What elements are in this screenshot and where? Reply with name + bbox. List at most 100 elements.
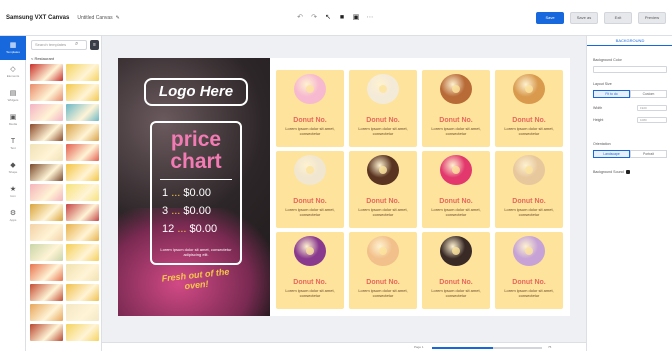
- price-row[interactable]: 12 ... $0.00: [162, 223, 242, 235]
- template-thumbnail[interactable]: [66, 264, 99, 281]
- pencil-icon[interactable]: ✎: [116, 15, 120, 21]
- template-thumbnail[interactable]: [30, 184, 63, 201]
- donut-image[interactable]: [440, 74, 472, 104]
- donut-image[interactable]: [294, 236, 326, 266]
- template-thumbnail[interactable]: [66, 224, 99, 241]
- width-input[interactable]: 1920: [637, 105, 667, 111]
- layout-option-custom[interactable]: Custom: [630, 90, 667, 98]
- template-thumbnail[interactable]: [66, 304, 99, 321]
- orientation-portrait[interactable]: Portrait: [630, 150, 667, 158]
- template-thumbnail[interactable]: [30, 64, 63, 81]
- menu-item-card[interactable]: Donut No. Lorem ipsum dolor sit amet, con…: [349, 70, 417, 147]
- donut-image[interactable]: [367, 236, 399, 266]
- donut-image[interactable]: [367, 155, 399, 185]
- menu-item-card[interactable]: Donut No. Lorem ipsum dolor sit amet, con…: [495, 151, 563, 228]
- donut-image[interactable]: [440, 155, 472, 185]
- search-icon[interactable]: ⌕: [75, 41, 78, 48]
- menu-item-card[interactable]: Donut No. Lorem ipsum dolor sit amet, con…: [495, 70, 563, 147]
- template-thumbnail[interactable]: [30, 304, 63, 321]
- price-qty: 3: [162, 205, 169, 217]
- rail-item-templates[interactable]: ▦ Templates: [0, 36, 26, 60]
- logo-placeholder[interactable]: Logo Here: [144, 78, 248, 106]
- template-thumbnail[interactable]: [30, 104, 63, 121]
- template-thumbnail[interactable]: [66, 104, 99, 121]
- menu-item-card[interactable]: Donut No. Lorem ipsum dolor sit amet, con…: [422, 232, 490, 309]
- toggle-icon[interactable]: [625, 170, 630, 175]
- bg-sound-row[interactable]: Background Sound: [593, 170, 630, 175]
- template-thumbnail[interactable]: [66, 164, 99, 181]
- top-bar: Samsung VXT Canvas Untitled Canvas ✎ ↶ ↷…: [0, 0, 672, 36]
- rail-item-icon[interactable]: ★ Icon: [0, 180, 26, 204]
- template-thumbnail[interactable]: [66, 244, 99, 261]
- template-thumbnail[interactable]: [66, 284, 99, 301]
- artboard[interactable]: Logo Here price chart 1 ... $0.00 3 ... $…: [118, 58, 570, 316]
- donut-image[interactable]: [294, 74, 326, 104]
- redo-icon[interactable]: ↷: [310, 14, 318, 22]
- template-thumbnail[interactable]: [30, 204, 63, 221]
- layer-tool-icon[interactable]: ▣: [352, 14, 360, 22]
- tab-background[interactable]: BACKGROUND: [587, 36, 672, 46]
- template-thumbnail[interactable]: [30, 224, 63, 241]
- back-link[interactable]: < Restaurant: [31, 56, 54, 61]
- menu-item-card[interactable]: Donut No. Lorem ipsum dolor sit amet, con…: [422, 70, 490, 147]
- template-thumbnail[interactable]: [30, 164, 63, 181]
- menu-item-card[interactable]: Donut No. Lorem ipsum dolor sit amet, con…: [276, 151, 344, 228]
- undo-icon[interactable]: ↶: [296, 14, 304, 22]
- select-tool-icon[interactable]: ↖: [324, 14, 332, 22]
- layout-option-fit[interactable]: Fit to do: [593, 90, 630, 98]
- menu-item-description: Lorem ipsum dolor sit amet, consectetur: [358, 207, 408, 217]
- rail-item-widgets[interactable]: ▤ Widgets: [0, 84, 26, 108]
- price-chart-box[interactable]: price chart 1 ... $0.00 3 ... $0.00 12 ...…: [150, 121, 242, 265]
- rail-item-elements[interactable]: ◇ Elements: [0, 60, 26, 84]
- template-thumbnail[interactable]: [66, 204, 99, 221]
- template-thumbnail[interactable]: [66, 124, 99, 141]
- filter-button[interactable]: ≡: [90, 40, 99, 50]
- price-row[interactable]: 1 ... $0.00: [162, 187, 242, 199]
- template-thumbnail[interactable]: [30, 144, 63, 161]
- template-thumbnail[interactable]: [30, 124, 63, 141]
- menu-item-description: Lorem ipsum dolor sit amet, consectetur: [285, 288, 335, 298]
- height-input[interactable]: 1080: [637, 117, 667, 123]
- donut-image[interactable]: [513, 155, 545, 185]
- menu-item-card[interactable]: Donut No. Lorem ipsum dolor sit amet, con…: [422, 151, 490, 228]
- rail-item-shape[interactable]: ◆ Shape: [0, 156, 26, 180]
- template-thumbnail[interactable]: [66, 184, 99, 201]
- rail-item-text[interactable]: T Text: [0, 132, 26, 156]
- template-thumbnail[interactable]: [30, 284, 63, 301]
- donut-image[interactable]: [294, 155, 326, 185]
- top-button-save-as[interactable]: Save as: [570, 12, 598, 24]
- donut-image[interactable]: [513, 74, 545, 104]
- zoom-slider[interactable]: [432, 347, 542, 349]
- more-tools-icon[interactable]: ⋯: [366, 14, 374, 22]
- donut-image[interactable]: [513, 236, 545, 266]
- bg-color-field[interactable]: [593, 66, 667, 73]
- template-thumbnail[interactable]: [66, 144, 99, 161]
- donut-image[interactable]: [440, 236, 472, 266]
- orientation-landscape[interactable]: Landscape: [593, 150, 630, 158]
- top-button-save[interactable]: Save: [536, 12, 564, 24]
- template-thumbnail[interactable]: [66, 64, 99, 81]
- orientation-label: Orientation: [593, 142, 611, 146]
- template-thumbnail[interactable]: [30, 324, 63, 341]
- menu-item-card[interactable]: Donut No. Lorem ipsum dolor sit amet, con…: [495, 232, 563, 309]
- menu-item-card[interactable]: Donut No. Lorem ipsum dolor sit amet, con…: [276, 232, 344, 309]
- media-icon: ▣: [9, 114, 17, 121]
- template-thumbnail[interactable]: [30, 244, 63, 261]
- template-search-input[interactable]: Search templates: [31, 40, 87, 50]
- template-thumbnail[interactable]: [30, 84, 63, 101]
- frame-tool-icon[interactable]: ■: [338, 14, 346, 22]
- rail-item-media[interactable]: ▣ Media: [0, 108, 26, 132]
- template-thumbnail[interactable]: [66, 84, 99, 101]
- menu-item-card[interactable]: Donut No. Lorem ipsum dolor sit amet, con…: [349, 151, 417, 228]
- menu-item-card[interactable]: Donut No. Lorem ipsum dolor sit amet, con…: [349, 232, 417, 309]
- top-button-preview[interactable]: Preview: [638, 12, 666, 24]
- document-name[interactable]: Untitled Canvas ✎: [77, 15, 120, 21]
- menu-item-description: Lorem ipsum dolor sit amet, consectetur: [431, 207, 481, 217]
- donut-image[interactable]: [367, 74, 399, 104]
- price-row[interactable]: 3 ... $0.00: [162, 205, 242, 217]
- template-thumbnail[interactable]: [30, 264, 63, 281]
- top-button-exit[interactable]: Exit: [604, 12, 632, 24]
- template-thumbnail[interactable]: [66, 324, 99, 341]
- menu-item-card[interactable]: Donut No. Lorem ipsum dolor sit amet, con…: [276, 70, 344, 147]
- rail-item-apps[interactable]: ⚙ Apps: [0, 204, 26, 228]
